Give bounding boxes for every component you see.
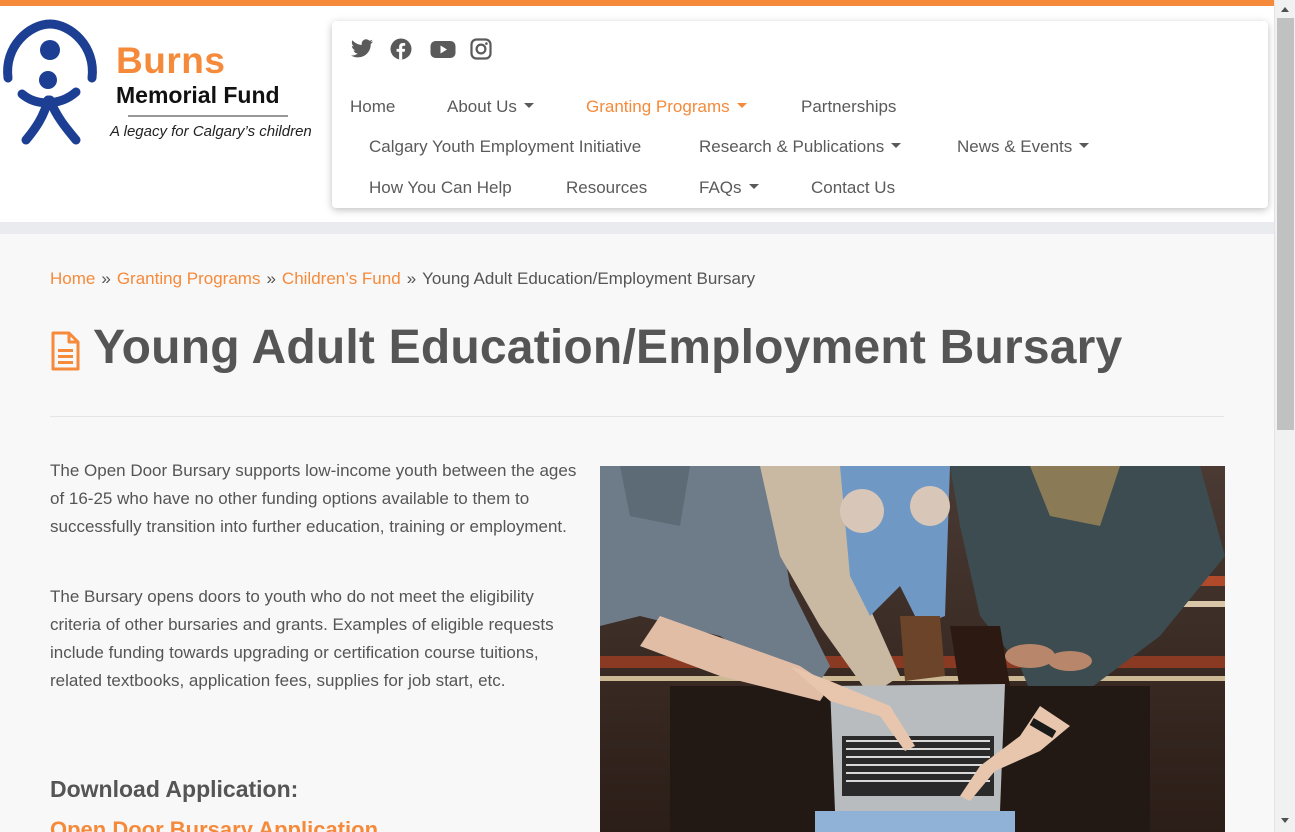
breadcrumb-current: Young Adult Education/Employment Bursary — [422, 269, 756, 288]
scroll-up-arrow-icon[interactable] — [1281, 7, 1289, 12]
scrollbar-thumb[interactable] — [1277, 18, 1294, 430]
caret-down-icon — [736, 103, 747, 109]
site-logo[interactable]: Burns Memorial Fund A legacy for Calgary… — [0, 14, 320, 149]
nav-news-label: News & Events — [957, 137, 1073, 156]
main-navigation: Home About Us Granting Programs Partners… — [332, 21, 1268, 208]
eligibility-paragraph: The Bursary opens doors to youth who do … — [50, 587, 554, 690]
logo-tagline: A legacy for Calgary’s children — [110, 123, 312, 140]
instagram-icon[interactable] — [470, 38, 492, 60]
document-icon — [51, 331, 80, 371]
caret-down-icon — [523, 103, 534, 109]
nav-research-label: Research & Publications — [699, 137, 885, 156]
logo-subtitle: Memorial Fund — [116, 82, 280, 108]
title-divider — [50, 416, 1224, 417]
nav-help-label: How You Can Help — [369, 178, 512, 197]
nav-granting-label: Granting Programs — [586, 97, 730, 116]
header-separator — [0, 222, 1274, 234]
nav-calgary-youth-employment[interactable]: Calgary Youth Employment Initiative — [369, 137, 641, 157]
page-title: Young Adult Education/Employment Bursary — [93, 321, 1123, 374]
logo-divider — [128, 115, 288, 117]
nav-faqs-label: FAQs — [699, 178, 742, 197]
youtube-icon[interactable] — [430, 38, 456, 60]
breadcrumb-separator: » — [101, 269, 111, 288]
nav-faqs[interactable]: FAQs — [699, 178, 759, 198]
breadcrumb-granting-programs[interactable]: Granting Programs — [117, 269, 261, 288]
nav-how-you-can-help[interactable]: How You Can Help — [369, 178, 512, 198]
nav-research-publications[interactable]: Research & Publications — [699, 137, 902, 157]
nav-about-us[interactable]: About Us — [447, 97, 534, 117]
nav-news-events[interactable]: News & Events — [957, 137, 1090, 157]
social-links — [350, 38, 492, 60]
students-laptop-photo — [600, 466, 1225, 832]
intro-paragraph: The Open Door Bursary supports low-incom… — [50, 461, 577, 536]
nav-home-label: Home — [350, 97, 396, 116]
breadcrumb-separator: » — [406, 269, 417, 288]
breadcrumb: Home » Granting Programs » Children’s Fund » Y… — [50, 269, 755, 289]
nav-contact-us[interactable]: Contact Us — [811, 178, 895, 198]
logo-figure-icon — [3, 19, 97, 145]
nav-about-label: About Us — [447, 97, 517, 116]
nav-contact-label: Contact Us — [811, 178, 896, 197]
logo-title: Burns — [116, 40, 226, 81]
download-application-link[interactable]: Open Door Bursary Application — [50, 817, 378, 832]
nav-granting-programs[interactable]: Granting Programs — [586, 97, 747, 117]
scroll-down-arrow-icon[interactable] — [1281, 818, 1289, 823]
facebook-icon[interactable] — [390, 38, 412, 60]
caret-down-icon — [891, 143, 902, 149]
caret-down-icon — [748, 184, 759, 190]
breadcrumb-separator: » — [266, 269, 276, 288]
download-heading: Download Application: — [50, 776, 299, 802]
vertical-scrollbar[interactable] — [1274, 0, 1295, 832]
breadcrumb-childrens-fund[interactable]: Children’s Fund — [282, 269, 401, 288]
nav-resources-label: Resources — [566, 178, 648, 197]
nav-home[interactable]: Home — [350, 97, 395, 117]
breadcrumb-home[interactable]: Home — [50, 269, 95, 288]
caret-down-icon — [1079, 143, 1090, 149]
nav-cyei-label: Calgary Youth Employment Initiative — [369, 137, 642, 156]
nav-resources[interactable]: Resources — [566, 178, 647, 198]
twitter-icon[interactable] — [350, 38, 373, 60]
nav-partnerships[interactable]: Partnerships — [801, 97, 896, 117]
nav-partnerships-label: Partnerships — [801, 97, 897, 116]
